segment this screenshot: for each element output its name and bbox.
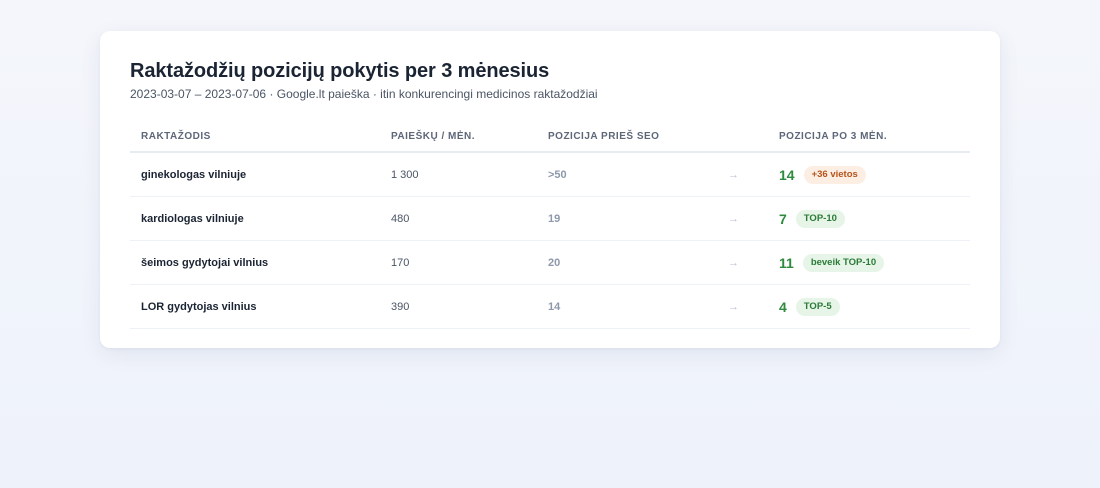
report-card: Raktažodžių pozicijų pokytis per 3 mėnes…	[100, 31, 1000, 348]
position-after-cell: 11 beveik TOP-10	[768, 240, 970, 285]
position-after-value: 7	[779, 210, 787, 227]
position-after-value: 11	[779, 254, 794, 271]
change-badge: +36 vietos	[803, 165, 866, 184]
header-volume: PAIEŠKŲ / MĖN.	[380, 122, 537, 153]
position-after-cell: 4 TOP-5	[768, 284, 970, 329]
position-after-cell: 7 TOP-10	[768, 196, 970, 241]
keyword-positions-table: RAKTAŽODIS PAIEŠKŲ / MĖN. POZICIJA PRIEŠ…	[130, 122, 970, 329]
keyword-cell: šeimos gydytojai vilnius	[130, 240, 380, 285]
position-after-value: 14	[779, 166, 795, 183]
position-before-cell: >50	[537, 152, 717, 197]
keyword-cell: LOR gydytojas vilnius	[130, 284, 380, 329]
volume-cell: 1 300	[380, 152, 537, 197]
position-before-cell: 14	[537, 284, 717, 329]
table-header-row: RAKTAŽODIS PAIEŠKŲ / MĖN. POZICIJA PRIEŠ…	[130, 122, 970, 153]
position-after-value: 4	[779, 298, 787, 315]
rank-badge: TOP-5	[795, 297, 840, 316]
position-after-cell: 14 +36 vietos	[768, 152, 970, 197]
position-before-cell: 19	[537, 196, 717, 241]
position-before-cell: 20	[537, 240, 717, 285]
table-row: ginekologas vilniuje 1 300 >50 → 14 +36 v…	[130, 152, 970, 197]
report-subtitle: 2023-03-07 – 2023-07-06 · Google.lt paie…	[130, 87, 598, 101]
rank-badge: TOP-10	[795, 209, 845, 228]
volume-cell: 480	[380, 196, 537, 241]
table-row: LOR gydytojas vilnius 390 14 → 4 TOP-5	[130, 284, 970, 329]
table-row: šeimos gydytojai vilnius 170 20 → 11 beve…	[130, 240, 970, 285]
header-position-before: POZICIJA PRIEŠ SEO	[537, 122, 717, 153]
header-keyword: RAKTAŽODIS	[130, 122, 380, 153]
volume-cell: 390	[380, 284, 537, 329]
report-title: Raktažodžių pozicijų pokytis per 3 mėnes…	[130, 60, 550, 82]
header-position-after: POZICIJA PO 3 MĖN.	[768, 122, 970, 153]
header-arrow-spacer	[717, 122, 768, 153]
arrow-right-icon: →	[717, 152, 768, 197]
table-row: kardiologas vilniuje 480 19 → 7 TOP-10	[130, 196, 970, 241]
arrow-right-icon: →	[717, 284, 768, 329]
keyword-cell: ginekologas vilniuje	[130, 152, 380, 197]
arrow-right-icon: →	[717, 196, 768, 241]
volume-cell: 170	[380, 240, 537, 285]
rank-badge: beveik TOP-10	[802, 253, 885, 272]
arrow-right-icon: →	[717, 240, 768, 285]
keyword-cell: kardiologas vilniuje	[130, 196, 380, 241]
